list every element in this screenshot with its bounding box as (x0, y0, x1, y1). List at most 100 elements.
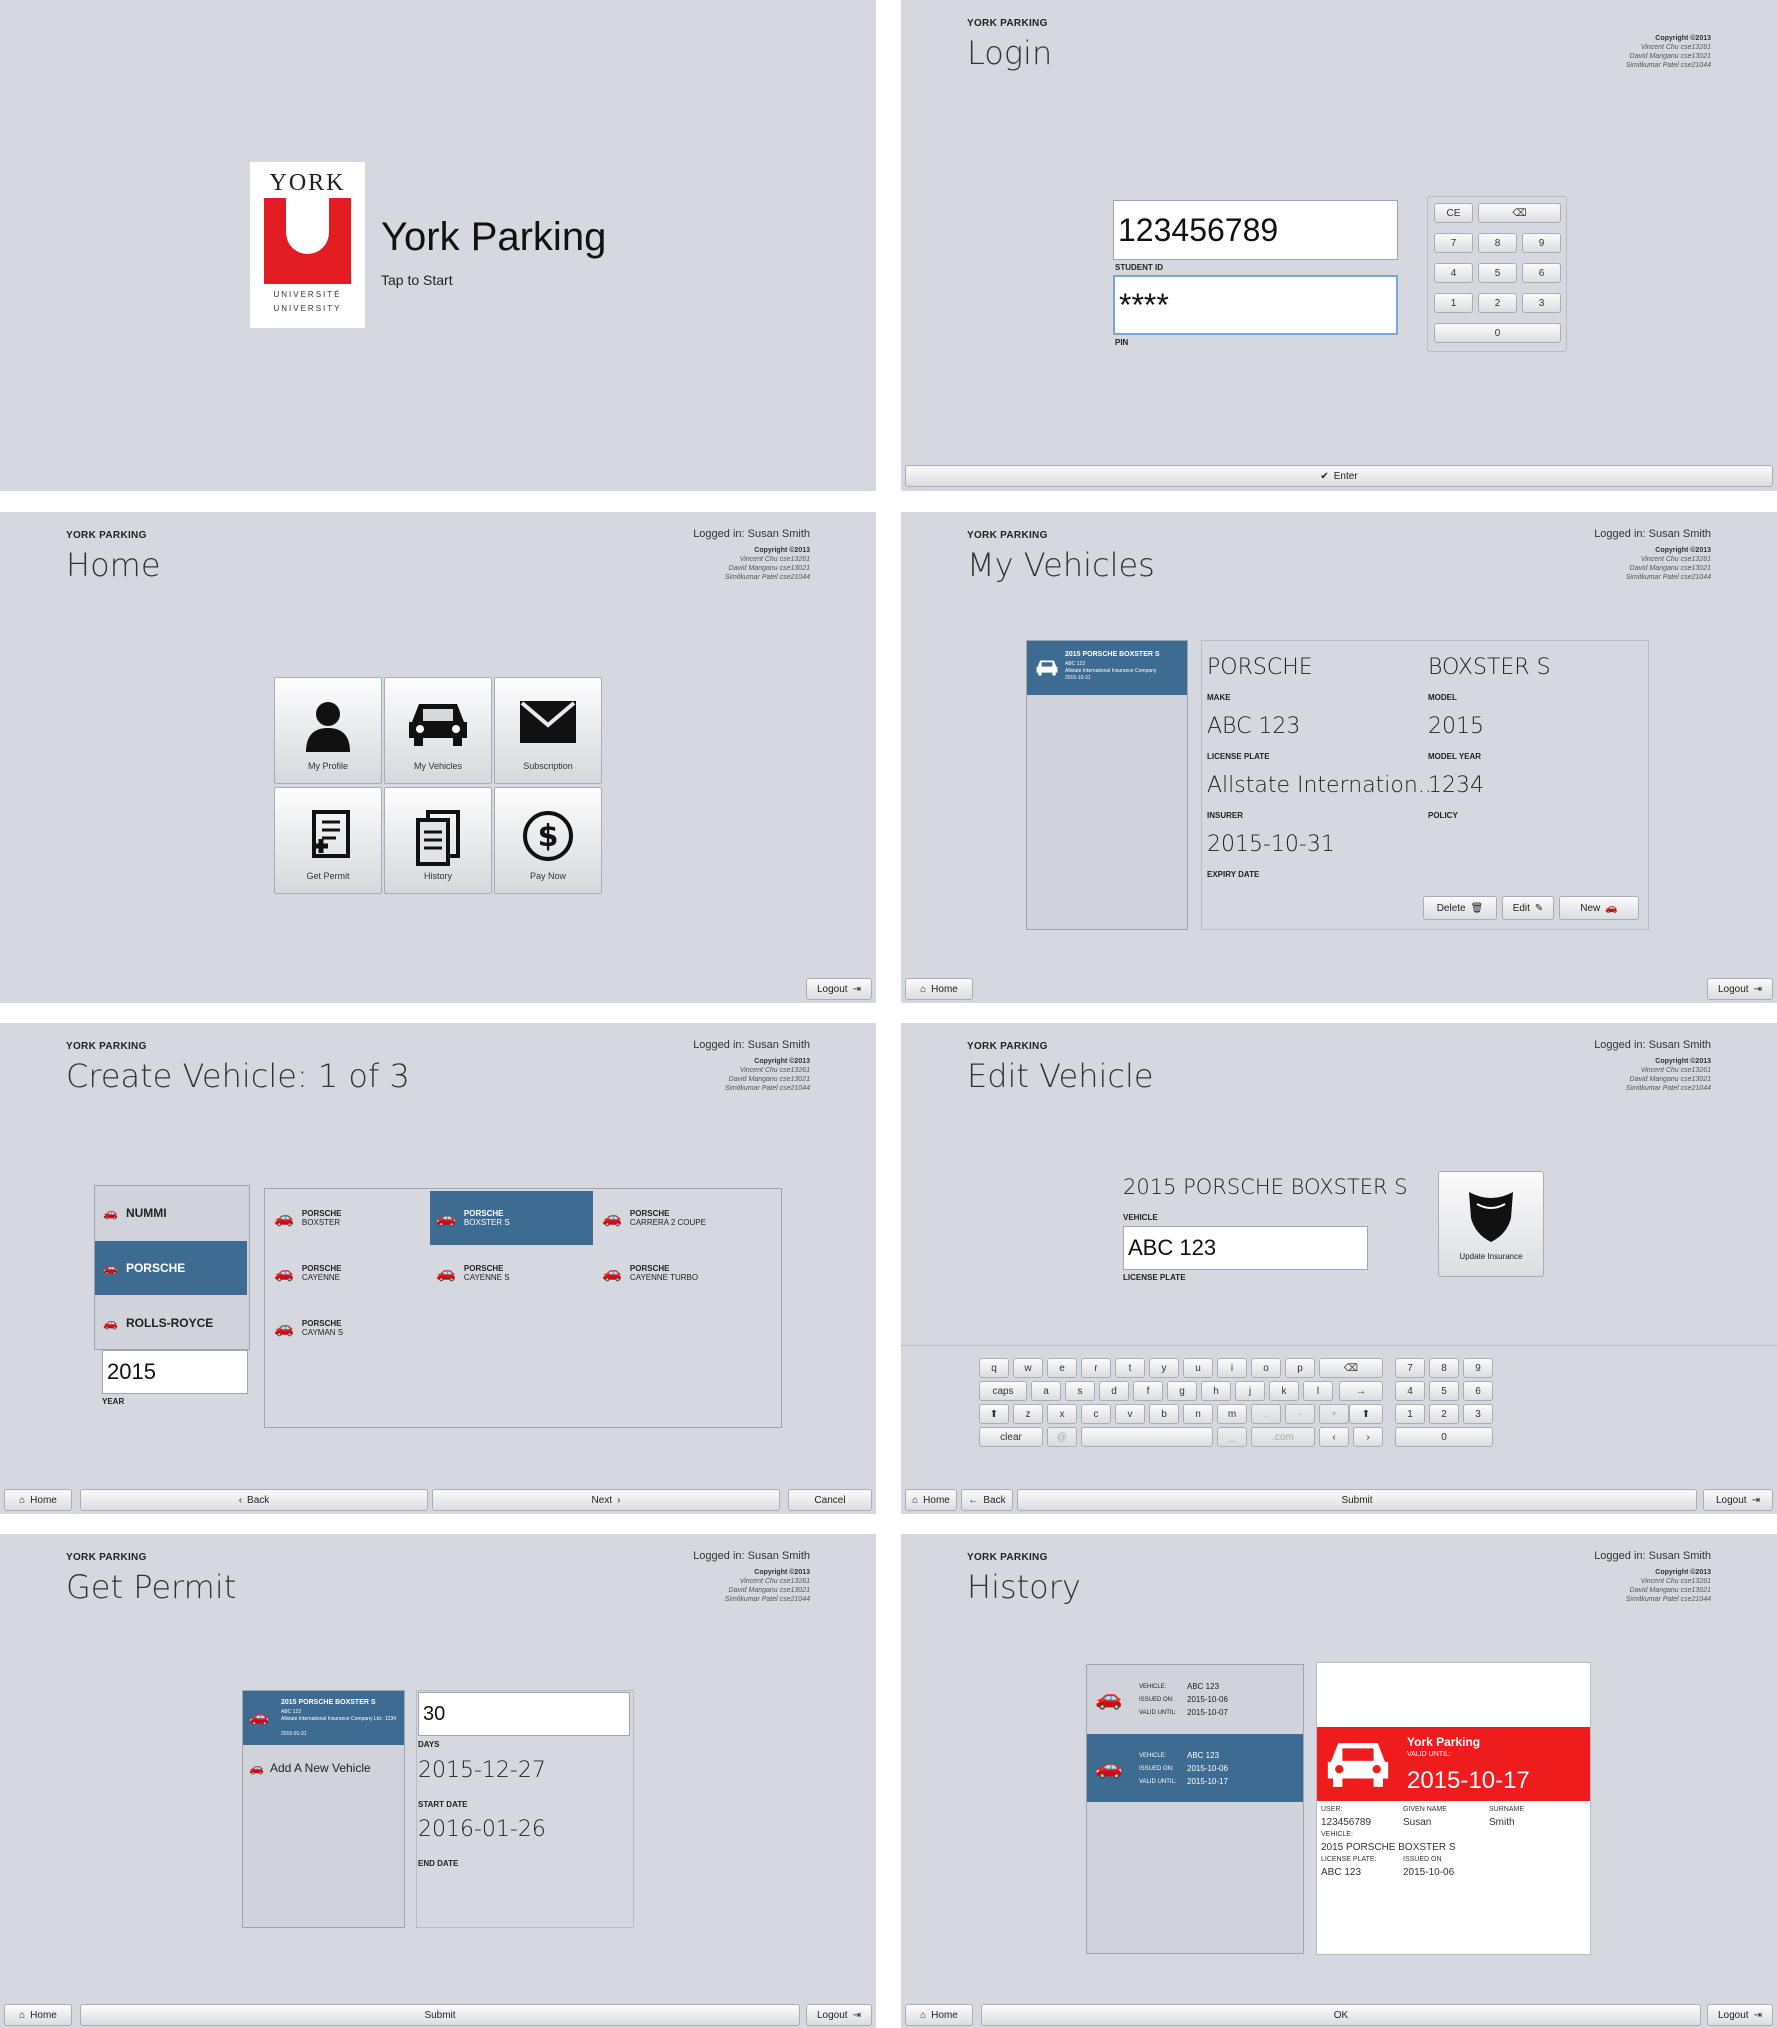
tile-subscription[interactable]: Subscription (494, 677, 602, 784)
key-number[interactable]: 1 (1395, 1404, 1425, 1424)
enter-button[interactable]: ✔ Enter (905, 465, 1773, 487)
key-number[interactable]: 6 (1463, 1381, 1493, 1401)
key-number[interactable]: 8 (1429, 1358, 1459, 1378)
home-button[interactable]: ⌂ Home (905, 978, 973, 1000)
home-button[interactable]: ⌂ Home (4, 1489, 72, 1511)
permit-row[interactable]: 🚗 VEHICLE: ISSUED ON: VALID UNTIL: ABC 123… (1087, 1665, 1303, 1733)
back-button[interactable]: ‹ Back (80, 1489, 428, 1511)
key-letter[interactable]: a (1031, 1381, 1061, 1401)
permit-list[interactable]: 🚗 VEHICLE: ISSUED ON: VALID UNTIL: ABC 123… (1086, 1664, 1304, 1954)
new-button[interactable]: New 🚗 (1559, 896, 1639, 920)
vehicle-list[interactable]: 🚗 2015 PORSCHE BOXSTER S ABC 123 Allstat… (242, 1690, 405, 1928)
list-item[interactable]: 2015 PORSCHE BOXSTER S ABC 123 Allstate … (1027, 641, 1187, 695)
model-item[interactable]: 🚗 PORSCHE CAYENNE TURBO (596, 1246, 766, 1300)
key-letter[interactable]: t (1115, 1358, 1145, 1378)
key-letter[interactable]: - (1285, 1404, 1315, 1424)
key-letter[interactable]: n (1183, 1404, 1213, 1424)
make-item[interactable]: 🚗 ROLLS-ROYCE (95, 1296, 247, 1350)
key-number[interactable]: 7 (1395, 1358, 1425, 1378)
key-2[interactable]: 2 (1478, 293, 1517, 313)
model-item[interactable]: 🚗 PORSCHE BOXSTER S (430, 1191, 593, 1245)
model-item[interactable]: 🚗 PORSCHE CARRERA 2 COUPE (596, 1191, 766, 1245)
next-button[interactable]: Next › (432, 1489, 780, 1511)
key-letter[interactable]: p (1285, 1358, 1315, 1378)
key-number[interactable]: 0 (1395, 1427, 1493, 1447)
key-letter[interactable]: v (1115, 1404, 1145, 1424)
model-item[interactable]: 🚗 PORSCHE CAYMAN S (268, 1301, 428, 1355)
make-item[interactable]: 🚗 PORSCHE (95, 1241, 247, 1295)
key-letter[interactable]: r (1081, 1358, 1111, 1378)
days-field[interactable]: 30 (418, 1692, 630, 1736)
key-6[interactable]: 6 (1522, 263, 1561, 283)
key-letter[interactable]: y (1149, 1358, 1179, 1378)
key-1[interactable]: 1 (1434, 293, 1473, 313)
key-letter[interactable]: m (1217, 1404, 1247, 1424)
key-ce[interactable]: CE (1434, 203, 1473, 223)
key-8[interactable]: 8 (1478, 233, 1517, 253)
key-letter[interactable]: q (979, 1358, 1009, 1378)
key-backspace[interactable]: ⌫ (1478, 203, 1561, 223)
permit-row[interactable]: 🚗 VEHICLE: ISSUED ON: VALID UNTIL: ABC 123… (1087, 1734, 1303, 1802)
key-letter[interactable]: x (1047, 1404, 1077, 1424)
home-button[interactable]: ⌂ Home (4, 2004, 72, 2026)
home-button[interactable]: ⌂ Home (905, 2004, 973, 2026)
key-shift[interactable]: ⬆ (979, 1404, 1009, 1424)
key-letter[interactable]: b (1149, 1404, 1179, 1424)
key-number[interactable]: 9 (1463, 1358, 1493, 1378)
submit-button[interactable]: Submit (80, 2004, 800, 2026)
key-letter[interactable]: o (1251, 1358, 1281, 1378)
pin-field[interactable]: **** (1113, 275, 1398, 335)
key-letter[interactable]: l (1303, 1381, 1333, 1401)
tile-my-vehicles[interactable]: My Vehicles (384, 677, 492, 784)
update-insurance-button[interactable]: Update Insurance (1438, 1171, 1544, 1277)
tile-pay-now[interactable]: $ Pay Now (494, 787, 602, 894)
edit-button[interactable]: Edit ✎ (1502, 896, 1554, 920)
logout-button[interactable]: Logout ⇥ (806, 978, 872, 1000)
back-button[interactable]: ← Back (961, 1489, 1013, 1511)
key-shift[interactable]: ⬆ (1349, 1404, 1383, 1424)
key-left[interactable]: ‹ (1319, 1427, 1349, 1447)
logout-button[interactable]: Logout ⇥ (1707, 978, 1773, 1000)
key-dotcom[interactable]: .com (1251, 1427, 1315, 1447)
key-number[interactable]: 4 (1395, 1381, 1425, 1401)
home-button[interactable]: ⌂ Home (905, 1489, 957, 1511)
key-clear[interactable]: clear (979, 1427, 1043, 1447)
make-list[interactable]: 🚗 NUMMI 🚗 PORSCHE 🚗 ROLLS-ROYCE (94, 1185, 250, 1350)
tile-history[interactable]: History (384, 787, 492, 894)
year-field[interactable]: 2015 (102, 1350, 248, 1394)
logout-button[interactable]: Logout ⇥ (806, 2004, 872, 2026)
model-item[interactable]: 🚗 PORSCHE BOXSTER (268, 1191, 428, 1245)
key-space[interactable] (1081, 1427, 1213, 1447)
vehicle-list[interactable]: 2015 PORSCHE BOXSTER S ABC 123 Allstate … (1026, 640, 1188, 930)
tap-to-start[interactable]: Tap to Start (381, 272, 453, 288)
key-letter[interactable]: + (1319, 1404, 1349, 1424)
license-plate-field[interactable]: ABC 123 (1123, 1226, 1368, 1270)
logout-button[interactable]: Logout ⇥ (1703, 1489, 1773, 1511)
key-letter[interactable]: j (1235, 1381, 1265, 1401)
key-0[interactable]: 0 (1434, 323, 1561, 343)
key-5[interactable]: 5 (1478, 263, 1517, 283)
key-letter[interactable]: . (1251, 1404, 1281, 1424)
key-letter[interactable]: s (1065, 1381, 1095, 1401)
key-caps[interactable]: caps (979, 1381, 1027, 1401)
key-number[interactable]: 3 (1463, 1404, 1493, 1424)
key-letter[interactable]: e (1047, 1358, 1077, 1378)
cancel-button[interactable]: Cancel (788, 1489, 872, 1511)
logout-button[interactable]: Logout ⇥ (1707, 2004, 1773, 2026)
key-number[interactable]: 5 (1429, 1381, 1459, 1401)
key-letter[interactable]: h (1201, 1381, 1231, 1401)
key-letter[interactable]: u (1183, 1358, 1213, 1378)
key-9[interactable]: 9 (1522, 233, 1561, 253)
submit-button[interactable]: Submit (1017, 1489, 1697, 1511)
tile-my-profile[interactable]: My Profile (274, 677, 382, 784)
key-3[interactable]: 3 (1522, 293, 1561, 313)
key-letter[interactable]: w (1013, 1358, 1043, 1378)
key-enter[interactable]: → (1339, 1381, 1383, 1401)
key-backspace[interactable]: ⌫ (1319, 1358, 1383, 1378)
model-item[interactable]: 🚗 PORSCHE CAYENNE S (430, 1246, 593, 1300)
key-at[interactable]: @ (1047, 1427, 1077, 1447)
ok-button[interactable]: OK (981, 2004, 1701, 2026)
make-item[interactable]: 🚗 NUMMI (95, 1186, 247, 1240)
model-item[interactable]: 🚗 PORSCHE CAYENNE (268, 1246, 428, 1300)
key-letter[interactable]: k (1269, 1381, 1299, 1401)
